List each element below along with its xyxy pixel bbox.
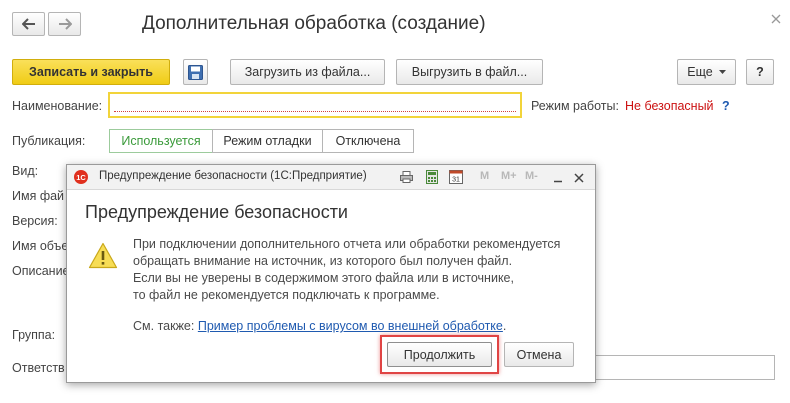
see-also-period: .: [502, 319, 507, 333]
message-line-2: обращать внимание на источник, из которо…: [133, 254, 513, 268]
publication-option-disabled[interactable]: Отключена: [322, 129, 414, 153]
description-label: Описание: [12, 264, 70, 278]
message-line-1: При подключении дополнительного отчета и…: [133, 237, 561, 251]
name-label: Наименование:: [12, 99, 103, 113]
see-also-label: См. также:: [133, 319, 195, 333]
1c-logo-icon: 1С: [74, 170, 88, 184]
floppy-icon: [188, 64, 203, 80]
continue-button[interactable]: Продолжить: [387, 342, 492, 367]
minimize-icon[interactable]: [553, 172, 563, 186]
close-icon[interactable]: [771, 13, 781, 27]
responsible-input[interactable]: [590, 355, 775, 380]
security-dialog: 1С Предупреждение безопасности (1С:Предп…: [66, 164, 596, 383]
name-input-underline: [114, 111, 516, 112]
kind-label: Вид:: [12, 164, 39, 178]
unload-file-button[interactable]: Выгрузить в файл...: [396, 59, 543, 85]
save-close-button[interactable]: Записать и закрыть: [12, 59, 170, 85]
more-label: Еще: [687, 65, 713, 79]
publication-option-debug[interactable]: Режим отладки: [212, 129, 323, 153]
memory-minus-icon[interactable]: M-: [525, 170, 538, 182]
help-button[interactable]: ?: [746, 59, 774, 85]
name-input[interactable]: [108, 92, 522, 118]
cancel-button[interactable]: Отмена: [504, 342, 574, 367]
print-icon[interactable]: [400, 171, 413, 186]
svg-text:31: 31: [452, 177, 460, 184]
arrow-left-icon: [21, 18, 35, 30]
group-label: Группа:: [12, 328, 56, 342]
mode-label: Режим работы:: [531, 99, 619, 113]
publication-option-used[interactable]: Используется: [109, 129, 213, 153]
mode-value[interactable]: Не безопасный: [625, 99, 714, 113]
dialog-titlebar: 1С Предупреждение безопасности (1С:Предп…: [67, 165, 595, 190]
more-button[interactable]: Еще: [677, 59, 736, 85]
memory-plus-icon[interactable]: M+: [501, 170, 517, 182]
page-title: Дополнительная обработка (создание): [142, 13, 486, 34]
save-button[interactable]: [183, 59, 208, 85]
load-file-button[interactable]: Загрузить из файла...: [230, 59, 385, 85]
virus-example-link[interactable]: Пример проблемы с вирусом во внешней обр…: [198, 319, 503, 333]
calendar-icon[interactable]: 31: [449, 169, 463, 187]
version-label: Версия:: [12, 214, 58, 228]
memory-m-icon[interactable]: M: [480, 170, 489, 182]
see-also-row: См. также: Пример проблемы с вирусом во …: [133, 318, 506, 335]
forward-button[interactable]: [48, 12, 81, 36]
file-label: Имя фай: [12, 189, 65, 203]
mode-help-link[interactable]: ?: [722, 99, 730, 113]
arrow-right-icon: [58, 18, 72, 30]
dialog-heading: Предупреждение безопасности: [85, 202, 348, 222]
close-icon[interactable]: [574, 172, 584, 186]
chevron-down-icon: [718, 70, 726, 74]
warning-icon: [88, 242, 118, 272]
calculator-icon[interactable]: [426, 170, 438, 187]
object-label: Имя объе: [12, 239, 69, 253]
message-line-4: то файл не рекомендуется подключать к пр…: [133, 288, 440, 302]
back-button[interactable]: [12, 12, 45, 36]
dialog-title: Предупреждение безопасности (1С:Предприя…: [99, 170, 367, 182]
publication-label: Публикация:: [12, 134, 86, 148]
message-line-3: Если вы не уверены в содержимом этого фа…: [133, 271, 514, 285]
responsible-label: Ответств: [12, 361, 65, 375]
